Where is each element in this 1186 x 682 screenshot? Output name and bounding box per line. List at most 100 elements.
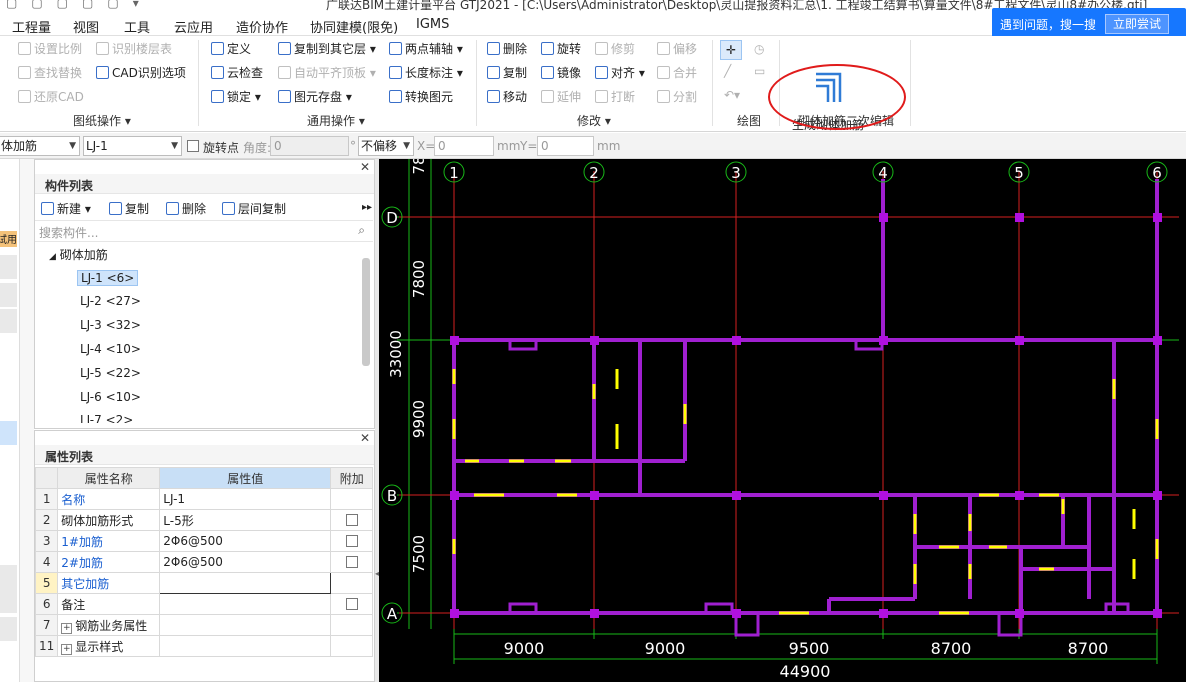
restore-cad-button[interactable]: 还原CAD: [18, 88, 84, 106]
merge-button[interactable]: 合并: [657, 64, 697, 82]
y-input[interactable]: 0: [537, 136, 594, 156]
define-button[interactable]: 定义: [211, 40, 251, 58]
two-point-axis-button[interactable]: 两点辅轴 ▾: [389, 40, 463, 58]
table-row[interactable]: 7 + 钢筋业务属性: [34, 614, 374, 636]
attach-checkbox[interactable]: [345, 556, 358, 568]
search-icon: ⌕: [358, 223, 365, 237]
x-input[interactable]: 0: [434, 136, 494, 156]
strip-item[interactable]: [0, 255, 17, 279]
split-button[interactable]: 分割: [657, 88, 697, 106]
attach-checkbox[interactable]: [345, 514, 358, 526]
tree-item[interactable]: LJ-4 <10>: [80, 342, 141, 356]
strip-item-selected[interactable]: [0, 421, 17, 445]
strip-item[interactable]: [0, 195, 17, 219]
offset-select[interactable]: 不偏移 ▼: [358, 136, 414, 156]
save-icon: [278, 90, 291, 103]
attach-checkbox[interactable]: [345, 535, 358, 547]
tree-root[interactable]: ◢ 砌体加筋: [49, 246, 108, 263]
type-select[interactable]: 体加筋 ▼: [0, 136, 80, 156]
trim-button[interactable]: 修剪: [595, 40, 635, 58]
tree-item[interactable]: LJ-3 <32>: [80, 318, 141, 332]
align-button[interactable]: 对齐 ▾: [595, 64, 645, 82]
table-row[interactable]: 2 砌体加筋形式 L-5形: [34, 509, 374, 531]
table-row-selected[interactable]: 5 其它加筋: [34, 572, 374, 594]
draw-point-button[interactable]: ✛: [720, 40, 742, 60]
try-now-button[interactable]: 立即尝试: [1105, 14, 1169, 34]
rotate-point-checkbox[interactable]: [187, 140, 199, 152]
floor-copy-button[interactable]: 层间复制: [222, 200, 286, 218]
length-dimension-button[interactable]: 长度标注 ▾: [389, 64, 463, 82]
tree-item[interactable]: LJ-5 <22>: [80, 366, 141, 380]
other-rebar-input[interactable]: [159, 572, 332, 594]
copy-component-button[interactable]: 复制: [109, 200, 149, 218]
collapse-icon: ◢: [49, 252, 56, 262]
auto-align-slab-button[interactable]: 自动平齐顶板 ▾: [278, 64, 376, 82]
break-button[interactable]: 打断: [595, 88, 635, 106]
menu-cloud[interactable]: 云应用: [174, 17, 213, 36]
angle-input[interactable]: 0: [270, 136, 349, 156]
delete-component-button[interactable]: 删除: [166, 200, 206, 218]
component-scrollbar[interactable]: [362, 258, 370, 366]
rotate-button[interactable]: 旋转: [541, 40, 581, 58]
drawing-canvas[interactable]: 1 2 3 4 5 6 D B A 78 7800 33000 9900 750…: [379, 159, 1186, 682]
angle-label: 角度:: [243, 141, 272, 155]
table-row[interactable]: 6 备注: [34, 593, 374, 615]
element-save-button[interactable]: 图元存盘 ▾: [278, 88, 352, 106]
more-icon[interactable]: ▸▸: [362, 202, 372, 213]
close-icon[interactable]: ✕: [360, 431, 370, 445]
axis-label: B: [387, 487, 397, 505]
menu-view[interactable]: 视图: [73, 17, 99, 36]
tree-item[interactable]: LJ-7 <2>: [80, 413, 133, 423]
mirror-button[interactable]: 镜像: [541, 64, 581, 82]
table-row[interactable]: 4 2#加筋 2Φ6@500: [34, 551, 374, 573]
tree-item[interactable]: LJ-2 <27>: [80, 294, 141, 308]
draw-arc-button[interactable]: ↶▾: [724, 86, 740, 104]
tree-item[interactable]: LJ-6 <10>: [80, 390, 141, 404]
new-button[interactable]: 新建 ▾: [41, 200, 91, 218]
copy-button[interactable]: 复制: [487, 64, 527, 82]
menu-igms[interactable]: IGMS: [416, 17, 449, 32]
menu-tools[interactable]: 工具: [124, 17, 150, 36]
rotate-point-label: 旋转点: [203, 141, 240, 155]
strip-item[interactable]: [0, 565, 17, 589]
strip-item[interactable]: [0, 589, 17, 613]
lock-button[interactable]: 锁定 ▾: [211, 88, 261, 106]
menu-collab-modeling[interactable]: 协同建模(限免): [310, 17, 398, 36]
expand-icon[interactable]: +: [61, 643, 73, 655]
identify-floor-table-button[interactable]: 识别楼层表: [96, 40, 172, 58]
draw-rotate-point-button[interactable]: ◷: [754, 40, 764, 58]
dim-label: 8700: [931, 639, 972, 658]
tree-item[interactable]: LJ-1 <6>: [77, 270, 139, 286]
extend-icon: [541, 90, 554, 103]
find-replace-button[interactable]: 查找替换: [18, 64, 82, 82]
cad-options-button[interactable]: CAD识别选项: [96, 64, 186, 82]
offset-button[interactable]: 偏移: [657, 40, 697, 58]
attach-checkbox[interactable]: [345, 598, 358, 610]
expand-icon[interactable]: +: [61, 622, 73, 634]
strip-item[interactable]: [0, 283, 17, 307]
strip-item[interactable]: [0, 309, 17, 333]
table-row[interactable]: 3 1#加筋 2Φ6@500: [34, 530, 374, 552]
table-row[interactable]: 1 名称 LJ-1: [34, 488, 374, 510]
strip-item[interactable]: [0, 617, 17, 641]
table-row[interactable]: 11 + 显示样式: [34, 635, 374, 657]
copy-to-other-floor-button[interactable]: 复制到其它层 ▾: [278, 40, 376, 58]
component-search-input[interactable]: 搜索构件... ⌕: [35, 220, 373, 242]
clock-icon: ◷: [754, 42, 765, 56]
floor-plan[interactable]: 1 2 3 4 5 6 D B A 78 7800 33000 9900 750…: [379, 159, 1186, 682]
move-button[interactable]: 移动: [487, 88, 527, 106]
set-scale-button[interactable]: 设置比例: [18, 40, 82, 58]
quick-access-icons[interactable]: ▢▢▢▢▢▾: [6, 0, 153, 10]
draw-line-button[interactable]: ╱: [724, 62, 731, 80]
menu-cost-collab[interactable]: 造价协作: [236, 17, 288, 36]
extend-button[interactable]: 延伸: [541, 88, 581, 106]
dim-label: 78: [410, 159, 428, 175]
component-select[interactable]: LJ-1 ▼: [83, 136, 182, 156]
cloud-check-button[interactable]: 云检查: [211, 64, 263, 82]
convert-element-button[interactable]: 转换图元: [389, 88, 453, 106]
close-icon[interactable]: ✕: [360, 160, 370, 174]
draw-rect-button[interactable]: ▭: [754, 62, 765, 80]
menu-quantities[interactable]: 工程量: [12, 17, 51, 36]
axis-label: A: [387, 605, 398, 623]
delete-button[interactable]: 删除: [487, 40, 527, 58]
